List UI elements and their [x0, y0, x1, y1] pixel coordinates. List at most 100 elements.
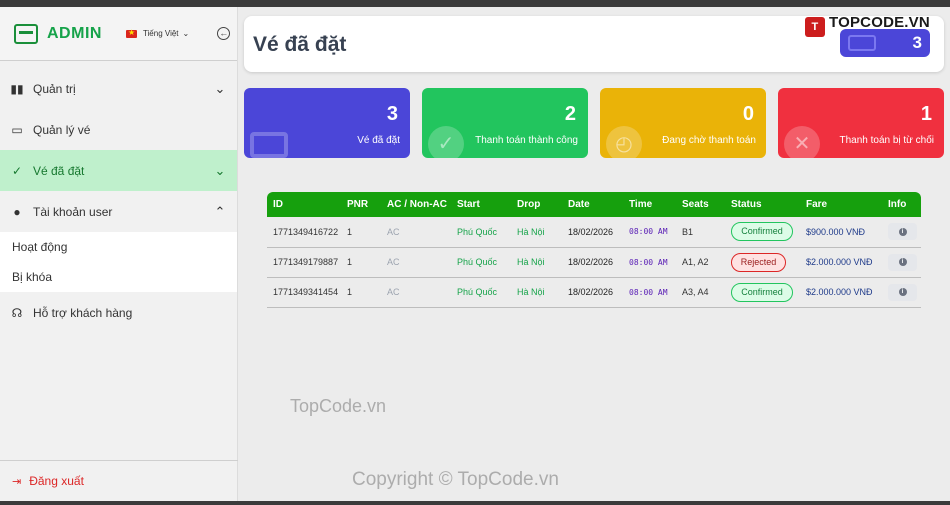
cell-time: 08:00 AM	[623, 277, 676, 308]
sidebar-nav: ▮▮ Quản trị ⌄ ▭ Quản lý vé ✓ Vé đã đặt ⌄…	[0, 61, 237, 333]
col-header-status: Status	[731, 199, 762, 210]
stat-value: 3	[386, 103, 398, 125]
bookings-table: ID PNR AC / Non-AC Start Drop Date Time …	[267, 192, 921, 308]
topcode-watermark-text: TOPCODE.VN	[829, 14, 930, 31]
cell-status: Confirmed	[725, 277, 800, 308]
table-row: 1771349416722 1 AC Phú Quốc Hà Nội 18/02…	[267, 217, 921, 248]
brand-header: ADMIN Tiếng Việt ⌄ ←	[0, 7, 237, 61]
cell-fare: $900.000 VNĐ	[800, 217, 882, 248]
sidebar: ADMIN Tiếng Việt ⌄ ← ▮▮ Quản trị ⌄ ▭ Quả…	[0, 7, 238, 501]
cell-id: 1771349179887	[267, 247, 341, 278]
col-header-date: Date	[568, 199, 590, 210]
status-badge: Confirmed	[731, 282, 793, 302]
sidebar-item-quan-ly-ve[interactable]: ▭ Quản lý vé	[0, 109, 237, 150]
logout-button[interactable]: ⇥ Đăng xuất	[0, 460, 238, 501]
cell-fare: $2.000.000 VNĐ	[800, 277, 882, 308]
ticket-icon	[848, 35, 876, 51]
bookings-table-container: ID PNR AC / Non-AC Start Drop Date Time …	[267, 192, 921, 308]
cell-status: Rejected	[725, 247, 800, 278]
headset-icon: ☊	[11, 305, 23, 320]
status-badge: Confirmed	[731, 222, 793, 242]
chevron-up-icon: ⌃	[214, 203, 226, 219]
cell-seats: A1, A2	[676, 247, 725, 278]
stat-label: Thanh toán bị từ chối	[839, 135, 934, 146]
col-header-fare: Fare	[806, 199, 828, 210]
stat-card-booked: 3 Vé đã đặt	[244, 88, 410, 158]
sidebar-item-ve-da-dat[interactable]: ✓ Vé đã đặt ⌄	[0, 150, 237, 191]
cell-start: Phú Quốc	[451, 247, 511, 278]
user-icon: ●	[13, 204, 21, 219]
language-selector[interactable]: Tiếng Việt ⌄	[125, 27, 189, 39]
cell-fare: $2.000.000 VNĐ	[800, 247, 882, 278]
cell-info: i	[882, 277, 921, 308]
info-button[interactable]: i	[888, 253, 917, 271]
sidebar-item-label: Quản lý vé	[33, 122, 91, 137]
sidebar-item-label: Hỗ trợ khách hàng	[33, 305, 133, 320]
cell-id: 1771349416722	[267, 217, 341, 248]
cell-info: i	[882, 247, 921, 278]
cell-time: 08:00 AM	[623, 217, 676, 248]
cell-drop: Hà Nội	[511, 247, 562, 278]
window-bottom-bar	[0, 501, 950, 505]
cell-info: i	[882, 217, 921, 248]
cell-date: 18/02/2026	[562, 277, 623, 308]
table-row: 1771349179887 1 AC Phú Quốc Hà Nội 18/02…	[267, 247, 921, 278]
cell-ac: AC	[381, 277, 451, 308]
col-header-drop: Drop	[517, 199, 541, 210]
user-submenu: Hoạt động Bị khóa	[0, 232, 237, 292]
col-header-start: Start	[457, 199, 480, 210]
status-badge: Rejected	[731, 252, 786, 272]
submenu-item-bi-khoa[interactable]: Bị khóa	[0, 262, 237, 292]
cell-start: Phú Quốc	[451, 217, 511, 248]
info-button[interactable]: i	[888, 223, 917, 241]
col-header-time: Time	[629, 199, 653, 210]
window-top-bar	[0, 0, 950, 7]
stat-label: Thanh toán thành công	[475, 135, 578, 146]
watermark-copyright: Copyright © TopCode.vn	[352, 469, 559, 490]
stat-label: Vé đã đặt	[357, 135, 400, 146]
sidebar-item-quan-tri[interactable]: ▮▮ Quản trị ⌄	[0, 68, 237, 109]
x-circle-icon: ✕	[784, 126, 820, 158]
topcode-watermark-logo: T TOPCODE.VN	[805, 14, 930, 37]
col-header-id: ID	[273, 199, 283, 210]
cell-pnr: 1	[341, 277, 381, 308]
cell-ac: AC	[381, 217, 451, 248]
cell-time: 08:00 AM	[623, 247, 676, 278]
col-header-seats: Seats	[682, 199, 709, 210]
stat-card-paid: ✓ 2 Thanh toán thành công	[422, 88, 588, 158]
stat-value: 1	[920, 103, 932, 125]
clock-icon: ◴	[606, 126, 642, 158]
vietnam-flag-icon	[125, 27, 137, 39]
check-circle-icon: ✓	[428, 126, 464, 158]
stat-value: 0	[742, 103, 754, 125]
submenu-item-hoat-dong[interactable]: Hoạt động	[0, 232, 237, 262]
sidebar-item-label: Tài khoản user	[33, 204, 113, 219]
cell-status: Confirmed	[725, 217, 800, 248]
sidebar-item-label: Vé đã đặt	[33, 163, 85, 178]
cell-id: 1771349341454	[267, 277, 341, 308]
stat-card-rejected: ✕ 1 Thanh toán bị từ chối	[778, 88, 944, 158]
ticket-icon	[250, 132, 288, 158]
language-label: Tiếng Việt	[142, 29, 179, 38]
watermark-middle: TopCode.vn	[290, 396, 387, 416]
cell-date: 18/02/2026	[562, 217, 623, 248]
logout-icon: ⇥	[12, 475, 22, 488]
sidebar-item-support[interactable]: ☊ Hỗ trợ khách hàng	[0, 292, 237, 333]
cell-drop: Hà Nội	[511, 277, 562, 308]
stat-label: Đang chờ thanh toán	[662, 135, 756, 146]
info-icon: i	[898, 258, 907, 267]
chevron-down-icon: ⌄	[214, 80, 226, 96]
cell-date: 18/02/2026	[562, 247, 623, 278]
collapse-sidebar-icon[interactable]: ←	[217, 27, 231, 40]
info-button[interactable]: i	[888, 283, 917, 301]
sidebar-item-label: Quản trị	[33, 81, 76, 96]
cell-seats: A3, A4	[676, 277, 725, 308]
cell-seats: B1	[676, 217, 725, 248]
col-header-ac: AC / Non-AC	[387, 199, 447, 210]
topcode-logo-icon: T	[805, 17, 825, 37]
logout-label: Đăng xuất	[29, 474, 84, 488]
info-icon: i	[898, 227, 907, 236]
bar-chart-icon: ▮▮	[10, 81, 24, 96]
cell-ac: AC	[381, 247, 451, 278]
sidebar-item-tai-khoan-user[interactable]: ● Tài khoản user ⌃	[0, 191, 237, 232]
